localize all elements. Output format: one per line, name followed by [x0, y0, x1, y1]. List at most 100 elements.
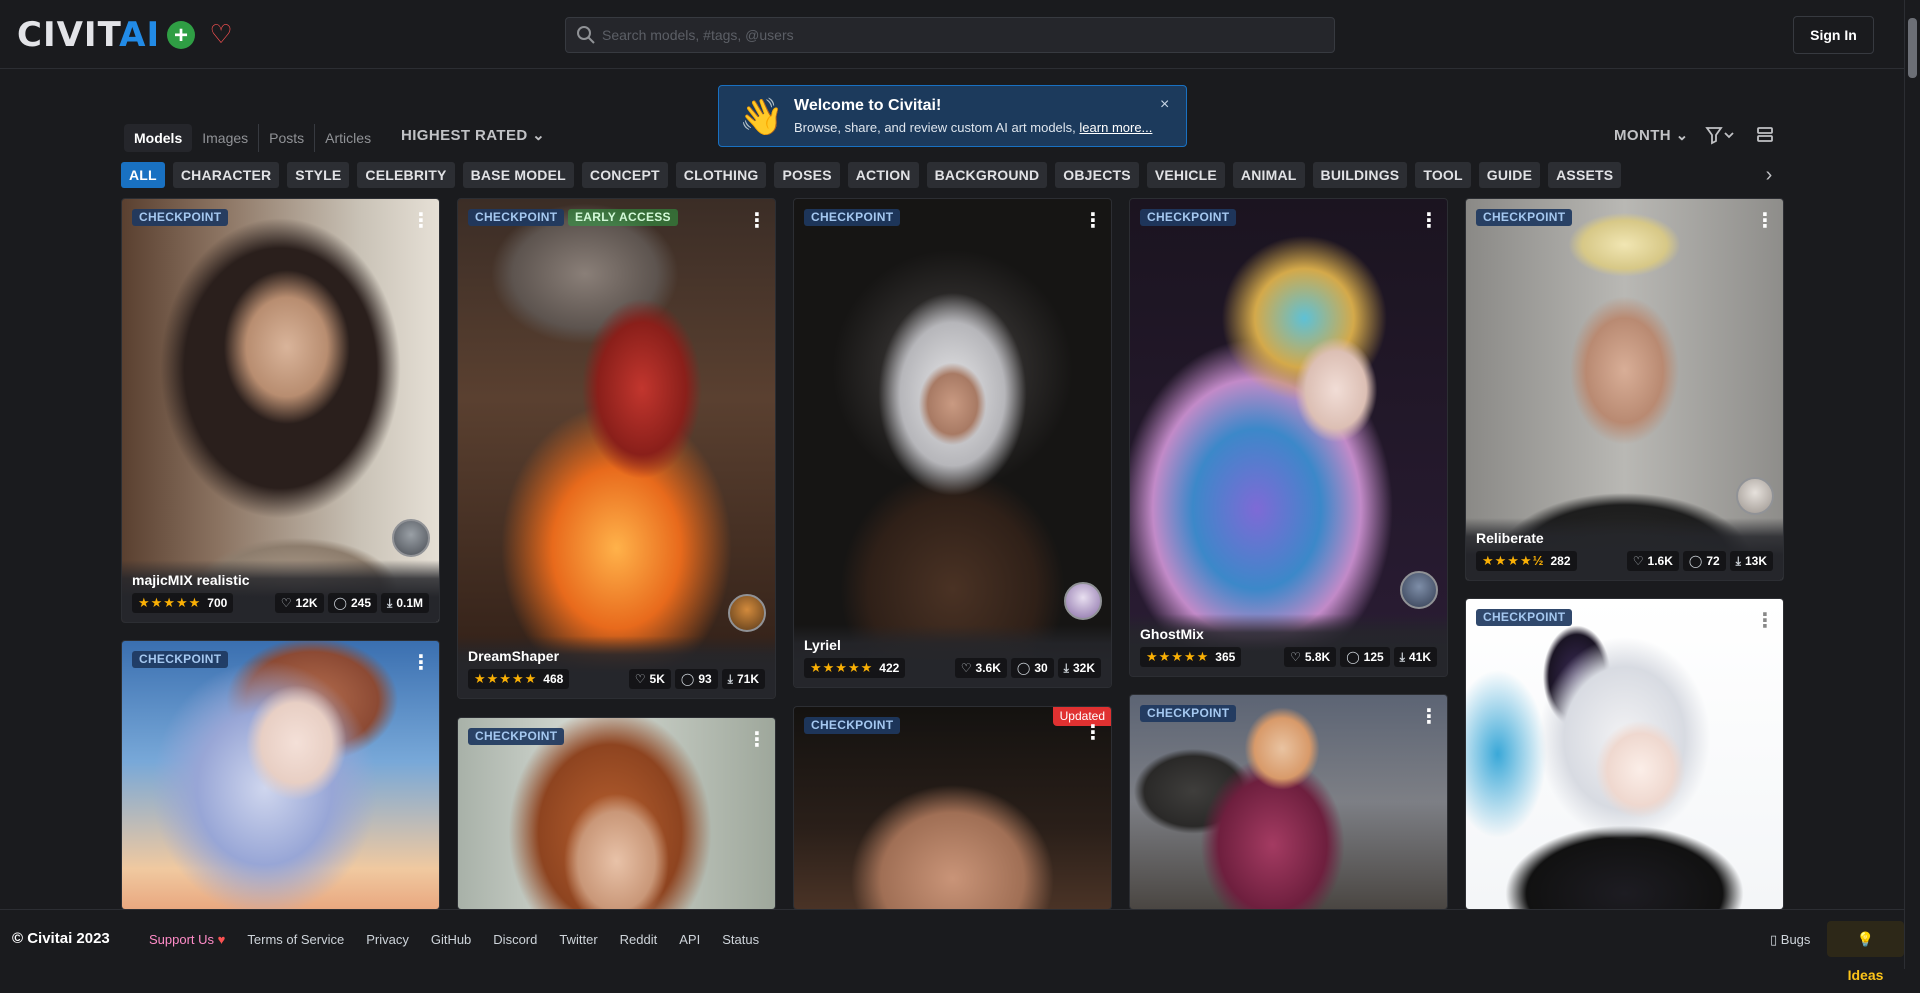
tab-images[interactable]: Images	[192, 124, 258, 152]
more-options-icon[interactable]: ⋮	[1419, 211, 1439, 233]
downloads-count: 71K	[736, 672, 759, 686]
tab-posts[interactable]: Posts	[258, 124, 314, 152]
chip-poses[interactable]: POSES	[774, 162, 840, 188]
period-label: MONTH	[1614, 127, 1671, 144]
twitter-link[interactable]: Twitter	[548, 932, 608, 947]
model-name: DreamShaper	[468, 648, 560, 664]
creator-avatar[interactable]	[392, 519, 430, 557]
terms-link[interactable]: Terms of Service	[236, 932, 355, 947]
support-us-link[interactable]: Support Us ♥	[138, 932, 236, 947]
chip-concept[interactable]: CONCEPT	[581, 162, 668, 188]
period-dropdown[interactable]: MONTH ⌄	[1614, 126, 1689, 144]
civitai-logo[interactable]: CIVITAI	[17, 17, 160, 53]
close-icon[interactable]: ×	[1160, 96, 1169, 114]
scrollbar-thumb[interactable]	[1908, 18, 1917, 78]
model-type-badge: CHECKPOINT	[132, 651, 229, 668]
downloads-stat: ⤓ 0.1M	[381, 593, 429, 613]
search-input[interactable]	[602, 18, 1322, 52]
more-options-icon[interactable]: ⋮	[747, 730, 767, 752]
chip-character[interactable]: CHARACTER	[172, 162, 280, 188]
model-card[interactable]: CHECKPOINT ⋮	[121, 640, 440, 910]
ideas-label: Ideas	[1847, 967, 1884, 983]
plus-circle-icon[interactable]: +	[167, 21, 195, 49]
learn-more-link[interactable]: learn more...	[1079, 120, 1152, 135]
model-card[interactable]: CHECKPOINT ⋮ Lyriel ★★★★★ 422 ♡ 3.6K ◯ 30 ⤓…	[793, 198, 1112, 688]
more-options-icon[interactable]: ⋮	[1419, 707, 1439, 729]
chip-guide[interactable]: GUIDE	[1478, 162, 1541, 188]
heart-icon[interactable]: ♡	[206, 19, 236, 49]
chip-style[interactable]: STYLE	[287, 162, 350, 188]
api-link[interactable]: API	[668, 932, 711, 947]
model-card[interactable]: CHECKPOINT ⋮ GhostMix ★★★★★ 365 ♡ 5.8K ◯ 12…	[1129, 198, 1448, 677]
reddit-link[interactable]: Reddit	[609, 932, 669, 947]
more-options-icon[interactable]: ⋮	[1083, 211, 1103, 233]
model-card[interactable]: CHECKPOINT Updated ⋮	[793, 706, 1112, 910]
search-bar	[565, 17, 1335, 53]
more-options-icon[interactable]: ⋮	[1083, 723, 1103, 745]
bugs-link[interactable]: ▯ Bugs	[1770, 932, 1810, 948]
bugs-label: Bugs	[1780, 932, 1811, 947]
chip-celebrity[interactable]: CELEBRITY	[357, 162, 455, 188]
chip-objects[interactable]: OBJECTS	[1055, 162, 1139, 188]
github-link[interactable]: GitHub	[420, 932, 482, 947]
creator-avatar[interactable]	[1064, 582, 1102, 620]
model-card[interactable]: CHECKPOINT ⋮	[1129, 694, 1448, 910]
chip-background[interactable]: BACKGROUND	[926, 162, 1048, 188]
creator-avatar[interactable]	[1400, 571, 1438, 609]
model-card[interactable]: CHECKPOINT ⋮	[1465, 598, 1784, 910]
chip-action[interactable]: ACTION	[847, 162, 919, 188]
model-card[interactable]: CHECKPOINT EARLY ACCESS ⋮ DreamShaper ★★…	[457, 198, 776, 699]
model-preview-image	[122, 641, 439, 909]
chip-animal[interactable]: ANIMAL	[1232, 162, 1305, 188]
discord-link[interactable]: Discord	[482, 932, 548, 947]
comments-stat: ◯ 72	[1682, 551, 1726, 571]
search-icon	[577, 26, 595, 44]
chip-clothing[interactable]: CLOTHING	[675, 162, 767, 188]
tab-models[interactable]: Models	[124, 124, 193, 152]
more-options-icon[interactable]: ⋮	[1755, 211, 1775, 233]
likes-count: 5K	[649, 672, 665, 686]
filter-icon[interactable]	[1704, 125, 1736, 147]
content-type-switcher: Models Images Posts Articles	[124, 124, 381, 152]
comment-icon: ◯	[333, 596, 347, 610]
page-scrollbar[interactable]	[1904, 0, 1920, 969]
likes-stat: ♡ 5.8K	[1284, 647, 1337, 667]
star-rating-icon: ★★★★★	[810, 660, 874, 675]
logo-text: CIVIT	[17, 15, 120, 55]
downloads-count: 32K	[1072, 661, 1095, 675]
layout-toggle-icon[interactable]	[1756, 126, 1774, 146]
chip-vehicle[interactable]: VEHICLE	[1146, 162, 1225, 188]
chip-all[interactable]: ALL	[121, 162, 165, 188]
sign-in-button[interactable]: Sign In	[1793, 16, 1874, 54]
more-options-icon[interactable]: ⋮	[747, 211, 767, 233]
model-card[interactable]: CHECKPOINT ⋮	[457, 717, 776, 910]
ideas-button[interactable]: 💡 Ideas	[1827, 921, 1904, 983]
more-options-icon[interactable]: ⋮	[1755, 611, 1775, 633]
privacy-link[interactable]: Privacy	[355, 932, 420, 947]
download-icon: ⤓	[1063, 661, 1069, 675]
chip-base-model[interactable]: BASE MODEL	[462, 162, 574, 188]
more-options-icon[interactable]: ⋮	[411, 653, 431, 675]
model-preview-image	[1466, 599, 1783, 909]
lightbulb-icon: 💡	[1856, 931, 1875, 947]
creator-avatar[interactable]	[728, 594, 766, 632]
creator-avatar[interactable]	[1736, 477, 1774, 515]
tab-articles[interactable]: Articles	[314, 124, 381, 152]
more-options-icon[interactable]: ⋮	[411, 211, 431, 233]
chip-tool[interactable]: TOOL	[1415, 162, 1471, 188]
sort-dropdown[interactable]: HIGHEST RATED ⌄	[401, 126, 545, 144]
card-info: Lyriel ★★★★★ 422 ♡ 3.6K ◯ 30 ⤓ 32K	[794, 625, 1111, 687]
stats-group: ♡ 5.8K ◯ 125 ⤓ 41K	[1284, 647, 1437, 667]
support-us-label: Support Us	[149, 932, 215, 947]
chevron-right-icon[interactable]: ›	[1756, 162, 1782, 188]
status-link[interactable]: Status	[711, 932, 770, 947]
card-info: Reliberate ★★★★½ 282 ♡ 1.6K ◯ 72 ⤓ 13K	[1466, 518, 1783, 580]
downloads-stat: ⤓ 41K	[1393, 647, 1437, 667]
model-preview-image	[458, 718, 775, 909]
bug-icon: ▯	[1770, 932, 1778, 947]
model-card[interactable]: CHECKPOINT ⋮ Reliberate ★★★★½ 282 ♡ 1.6K ◯…	[1465, 198, 1784, 581]
footer: © Civitai 2023 Support Us ♥ Terms of Ser…	[0, 909, 1904, 983]
chip-assets[interactable]: ASSETS	[1548, 162, 1622, 188]
model-card[interactable]: CHECKPOINT ⋮ majicMIX realistic ★★★★★ 700…	[121, 198, 440, 623]
chip-buildings[interactable]: BUILDINGS	[1312, 162, 1408, 188]
